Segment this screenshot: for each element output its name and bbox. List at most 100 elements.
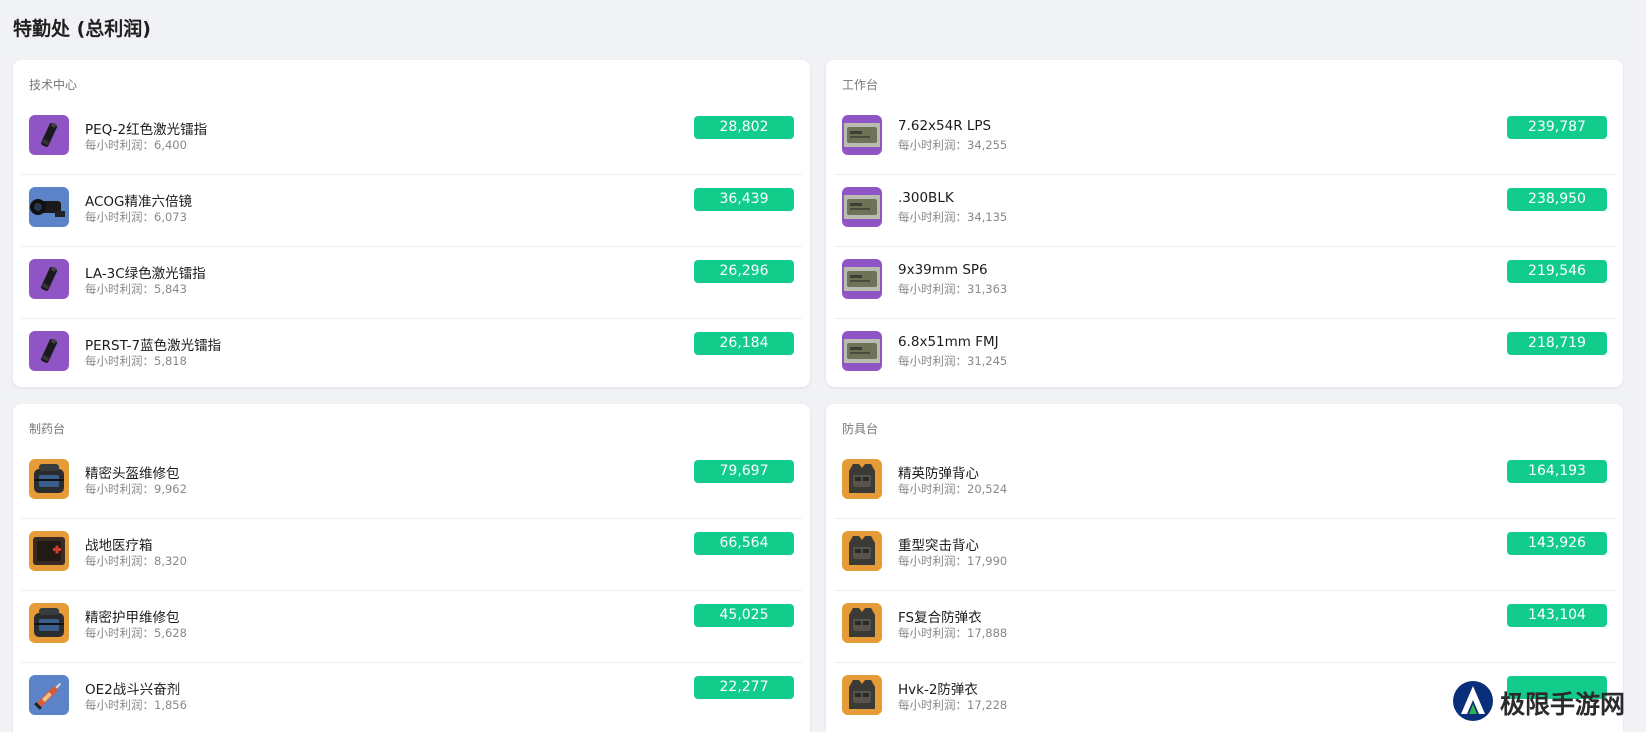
hourly-profit-value: 20,524 — [967, 482, 1008, 496]
total-profit-badge: 26,296 — [694, 260, 794, 283]
list-item[interactable]: 精英防弹背心 每小时利润：20,524 164,193 — [834, 447, 1615, 519]
hourly-profit-value: 6,073 — [154, 210, 187, 224]
item-name: 6.8x51mm FMJ — [898, 334, 999, 350]
hourly-profit-label: 每小时利润： — [85, 138, 154, 152]
hourly-profit: 每小时利润：5,818 — [85, 353, 187, 369]
hourly-profit-value: 1,856 — [154, 698, 187, 712]
body-armor-icon — [842, 675, 882, 715]
hourly-profit-label: 每小时利润： — [898, 698, 967, 712]
total-profit-badge: 143,926 — [1507, 532, 1607, 555]
hourly-profit: 每小时利润：5,628 — [85, 625, 187, 641]
list-item[interactable]: OE2战斗兴奋剂 每小时利润：1,856 22,277 — [21, 663, 802, 732]
hourly-profit-label: 每小时利润： — [85, 554, 154, 568]
list-item[interactable]: 重型突击背心 每小时利润：17,990 143,926 — [834, 519, 1615, 591]
total-profit-badge: 219,546 — [1507, 260, 1607, 283]
item-name: PEQ-2红色激光镭指 — [85, 122, 208, 138]
hourly-profit-label: 每小时利润： — [898, 626, 967, 640]
list-item[interactable]: 6.8x51mm FMJ 每小时利润：31,245 218,719 — [834, 319, 1615, 391]
hourly-profit-value: 17,888 — [967, 626, 1008, 640]
hourly-profit: 每小时利润：34,135 — [898, 209, 1007, 225]
item-name: .300BLK — [898, 190, 954, 206]
item-name: PERST-7蓝色激光镭指 — [85, 338, 222, 354]
hourly-profit-value: 17,228 — [967, 698, 1008, 712]
item-name: 9x39mm SP6 — [898, 262, 988, 278]
hourly-profit-value: 5,818 — [154, 354, 187, 368]
hourly-profit-value: 9,962 — [154, 482, 187, 496]
hourly-profit-value: 31,245 — [967, 354, 1008, 368]
hourly-profit-value: 6,400 — [154, 138, 187, 152]
item-list: PEQ-2红色激光镭指 每小时利润：6,400 28,802 ACOG精准六倍镜 每小时… — [21, 103, 802, 391]
total-profit-badge: 143,104 — [1507, 604, 1607, 627]
hourly-profit-label: 每小时利润： — [898, 282, 967, 296]
hourly-profit-label: 每小时利润： — [85, 210, 154, 224]
list-item[interactable]: LA-3C绿色激光镭指 每小时利润：5,843 26,296 — [21, 247, 802, 319]
list-item[interactable]: 7.62x54R LPS 每小时利润：34,255 239,787 — [834, 103, 1615, 175]
item-name: 7.62x54R LPS — [898, 118, 992, 134]
total-profit-badge: 22,277 — [694, 676, 794, 699]
hourly-profit-label: 每小时利润： — [898, 554, 967, 568]
section-card-workbench: 工作台 7.62x54R LPS 每小时利润：34,255 239,787.300B… — [826, 60, 1623, 387]
hourly-profit: 每小时利润：31,363 — [898, 281, 1007, 297]
hourly-profit-label: 每小时利润： — [898, 138, 967, 152]
total-profit-badge: 36,439 — [694, 188, 794, 211]
item-name: 战地医疗箱 — [85, 538, 153, 554]
page: 特勤处 (总利润) 技术中心 PEQ-2红色激光镭指 每小时利润：6,400 28,… — [0, 0, 1646, 732]
hourly-profit: 每小时利润：17,228 — [898, 697, 1007, 713]
total-profit-badge: 26,184 — [694, 332, 794, 355]
scope-icon — [29, 187, 69, 227]
laser-module-icon — [29, 115, 69, 155]
item-name: ACOG精准六倍镜 — [85, 194, 193, 210]
hourly-profit-value: 17,990 — [967, 554, 1008, 568]
section-card-pharmacy: 制药台 精密头盔维修包 每小时利润：9,962 79,697 战地医疗箱 每小时利润：8… — [13, 404, 810, 732]
watermark: 极限手游网 — [1452, 680, 1625, 726]
hourly-profit-label: 每小时利润： — [898, 210, 967, 224]
hourly-profit: 每小时利润：9,962 — [85, 481, 187, 497]
hourly-profit: 每小时利润：31,245 — [898, 353, 1007, 369]
hourly-profit: 每小时利润：1,856 — [85, 697, 187, 713]
section-title: 制药台 — [29, 422, 66, 436]
hourly-profit-label: 每小时利润： — [85, 482, 154, 496]
item-name: 精英防弹背心 — [898, 466, 979, 482]
hourly-profit: 每小时利润：34,255 — [898, 137, 1007, 153]
item-name: LA-3C绿色激光镭指 — [85, 266, 206, 282]
list-item[interactable]: 精密护甲维修包 每小时利润：5,628 45,025 — [21, 591, 802, 663]
list-item[interactable]: PEQ-2红色激光镭指 每小时利润：6,400 28,802 — [21, 103, 802, 175]
item-list: 精密头盔维修包 每小时利润：9,962 79,697 战地医疗箱 每小时利润：8,320… — [21, 447, 802, 732]
total-profit-badge: 239,787 — [1507, 116, 1607, 139]
page-title: 特勤处 (总利润) — [13, 18, 151, 40]
list-item[interactable]: FS复合防弹衣 每小时利润：17,888 143,104 — [834, 591, 1615, 663]
medical-kit-icon — [29, 531, 69, 571]
list-item[interactable]: ACOG精准六倍镜 每小时利润：6,073 36,439 — [21, 175, 802, 247]
list-item[interactable]: 精密头盔维修包 每小时利润：9,962 79,697 — [21, 447, 802, 519]
section-title: 防具台 — [842, 422, 879, 436]
repair-kit-icon — [29, 603, 69, 643]
hourly-profit: 每小时利润：5,843 — [85, 281, 187, 297]
list-item[interactable]: PERST-7蓝色激光镭指 每小时利润：5,818 26,184 — [21, 319, 802, 391]
item-name: 重型突击背心 — [898, 538, 979, 554]
item-name: 精密护甲维修包 — [85, 610, 180, 626]
hourly-profit-value: 5,628 — [154, 626, 187, 640]
section-title: 技术中心 — [29, 78, 78, 92]
body-armor-icon — [842, 459, 882, 499]
hourly-profit-label: 每小时利润： — [85, 698, 154, 712]
hourly-profit: 每小时利润：8,320 — [85, 553, 187, 569]
hourly-profit: 每小时利润：17,990 — [898, 553, 1007, 569]
hourly-profit-label: 每小时利润： — [85, 354, 154, 368]
site-logo-icon — [1452, 680, 1494, 726]
list-item[interactable]: 9x39mm SP6 每小时利润：31,363 219,546 — [834, 247, 1615, 319]
list-item[interactable]: .300BLK 每小时利润：34,135 238,950 — [834, 175, 1615, 247]
laser-module-icon — [29, 259, 69, 299]
list-item[interactable]: 战地医疗箱 每小时利润：8,320 66,564 — [21, 519, 802, 591]
total-profit-badge: 164,193 — [1507, 460, 1607, 483]
hourly-profit-label: 每小时利润： — [85, 282, 154, 296]
hourly-profit-value: 31,363 — [967, 282, 1008, 296]
stimulant-syringe-icon — [29, 675, 69, 715]
hourly-profit-label: 每小时利润： — [85, 626, 154, 640]
section-card-tech-center: 技术中心 PEQ-2红色激光镭指 每小时利润：6,400 28,802 ACOG精准六… — [13, 60, 810, 387]
total-profit-badge: 238,950 — [1507, 188, 1607, 211]
total-profit-badge: 28,802 — [694, 116, 794, 139]
hourly-profit-value: 34,135 — [967, 210, 1008, 224]
total-profit-badge: 79,697 — [694, 460, 794, 483]
item-name: FS复合防弹衣 — [898, 610, 982, 626]
ammo-box-icon — [842, 259, 882, 299]
